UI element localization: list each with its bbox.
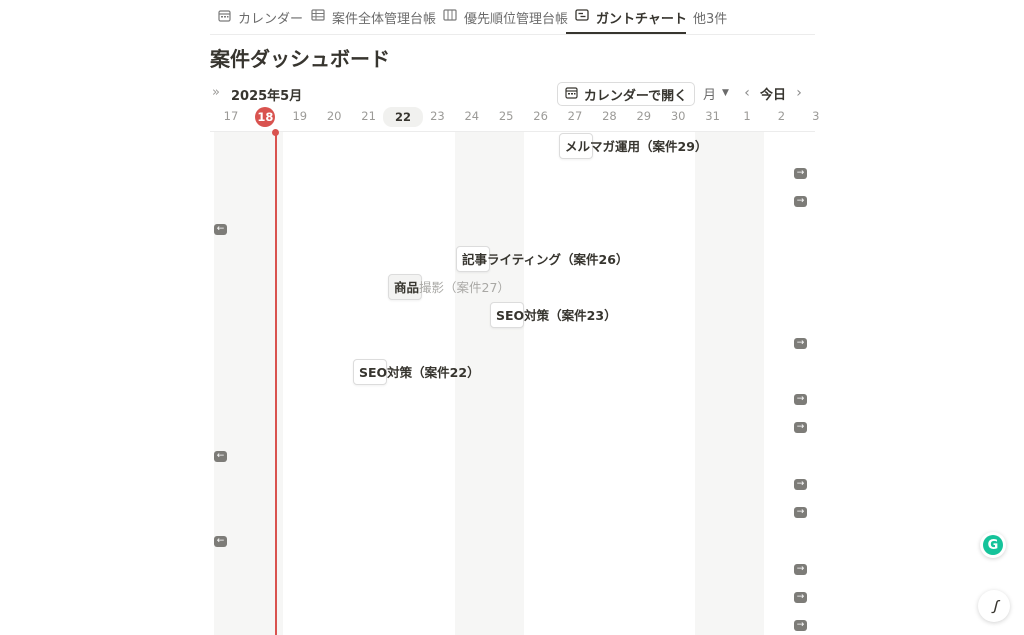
task-label[interactable]: 商品撮影（案件27） — [394, 273, 510, 299]
tab-label: 他3件 — [693, 11, 728, 27]
scale-dropdown[interactable]: 月 ▼ — [703, 84, 729, 103]
date-cell: 19 — [292, 109, 308, 123]
today-line-dot — [272, 129, 279, 136]
chevron-down-icon: ▼ — [722, 88, 729, 98]
date-cell: 28 — [602, 109, 617, 123]
date-cell: 27 — [567, 109, 583, 123]
grammarly-icon: G — [983, 535, 1003, 555]
task-label[interactable]: 記事ライティング（案件26） — [462, 245, 628, 271]
date-cell: 1 — [743, 109, 751, 123]
prev-month-button[interactable]: ‹ — [740, 84, 754, 102]
chevron-left-icon: ‹ — [744, 85, 750, 101]
assistant-button[interactable]: ꭍ — [978, 590, 1010, 622]
date-cell: 26 — [533, 109, 548, 123]
today-badge: 18 — [255, 107, 276, 127]
date-cell: 29 — [636, 109, 652, 123]
date-cell: 24 — [464, 109, 480, 123]
arrow-right-icon[interactable]: → — [794, 564, 807, 575]
arrow-left-icon[interactable]: ← — [214, 536, 227, 547]
arrow-left-icon[interactable]: ← — [214, 224, 227, 235]
expand-double-chevron-icon[interactable]: » — [212, 85, 220, 100]
tab-label: ガントチャート — [596, 11, 687, 27]
date-cell: 18 — [248, 107, 282, 127]
month-label: 2025年5月 — [231, 89, 303, 104]
arrow-right-icon[interactable]: → — [794, 620, 807, 631]
assistant-icon: ꭍ — [990, 597, 998, 618]
calendar-icon — [216, 9, 232, 26]
task-label-text: 商品撮影（案件27） — [394, 279, 510, 295]
arrow-right-icon[interactable]: → — [794, 168, 807, 179]
next-month-button[interactable]: › — [792, 84, 806, 102]
tab-label: 優先順位管理台帳 — [464, 11, 569, 27]
tabs-divider — [210, 34, 815, 35]
arrow-right-icon[interactable]: → — [794, 479, 807, 490]
arrow-left-icon[interactable]: ← — [214, 451, 227, 462]
open-calendar-button[interactable]: カレンダーで開く — [557, 82, 695, 106]
date-cell: 2 — [777, 109, 786, 123]
task-label[interactable]: メルマガ運用（案件29） — [565, 132, 707, 158]
tab-project-ledger[interactable]: 案件全体管理台帳 — [310, 0, 436, 34]
grammarly-button[interactable]: G — [980, 532, 1006, 558]
chevron-right-icon: › — [796, 85, 802, 101]
date-cell: 22 — [383, 107, 423, 127]
date-cell: 21 — [361, 109, 376, 123]
tab-priority-ledger[interactable]: 優先順位管理台帳 — [442, 0, 568, 34]
date-cell: 3 — [812, 109, 820, 123]
open-calendar-label: カレンダーで開く — [583, 88, 688, 104]
timeline-icon — [574, 9, 590, 25]
arrow-right-icon[interactable]: → — [794, 338, 807, 349]
tab-calendar[interactable]: カレンダー — [216, 0, 303, 34]
today-button[interactable]: 今日 — [760, 84, 787, 103]
arrow-right-icon[interactable]: → — [794, 422, 807, 433]
board-icon — [442, 9, 458, 25]
date-cell: 20 — [326, 109, 342, 123]
arrow-right-icon[interactable]: → — [794, 394, 807, 405]
arrow-right-icon[interactable]: → — [794, 196, 807, 207]
arrow-right-icon[interactable]: → — [794, 592, 807, 603]
today-label: 今日 — [760, 87, 787, 103]
date-cell: 31 — [705, 109, 720, 123]
date-cell: 23 — [430, 109, 445, 123]
table-icon — [310, 9, 326, 25]
tab-more[interactable]: 他3件 — [693, 0, 727, 34]
tab-label: カレンダー — [238, 11, 304, 27]
date-cell: 30 — [670, 109, 686, 123]
calendar-icon — [565, 86, 578, 103]
task-label[interactable]: SEO対策（案件23） — [496, 301, 617, 327]
task-label[interactable]: SEO対策（案件22） — [359, 358, 480, 384]
tab-gantt-chart[interactable]: ガントチャート — [574, 0, 687, 34]
date-cell: 25 — [498, 109, 514, 123]
date-cell: 17 — [223, 109, 239, 123]
arrow-right-icon[interactable]: → — [794, 507, 807, 518]
today-line — [275, 132, 277, 635]
weekend-band — [214, 132, 283, 635]
weekend-band — [695, 132, 764, 635]
scale-label: 月 — [703, 87, 717, 103]
tab-label: 案件全体管理台帳 — [332, 11, 437, 27]
page-title: 案件ダッシュボード — [210, 47, 390, 71]
